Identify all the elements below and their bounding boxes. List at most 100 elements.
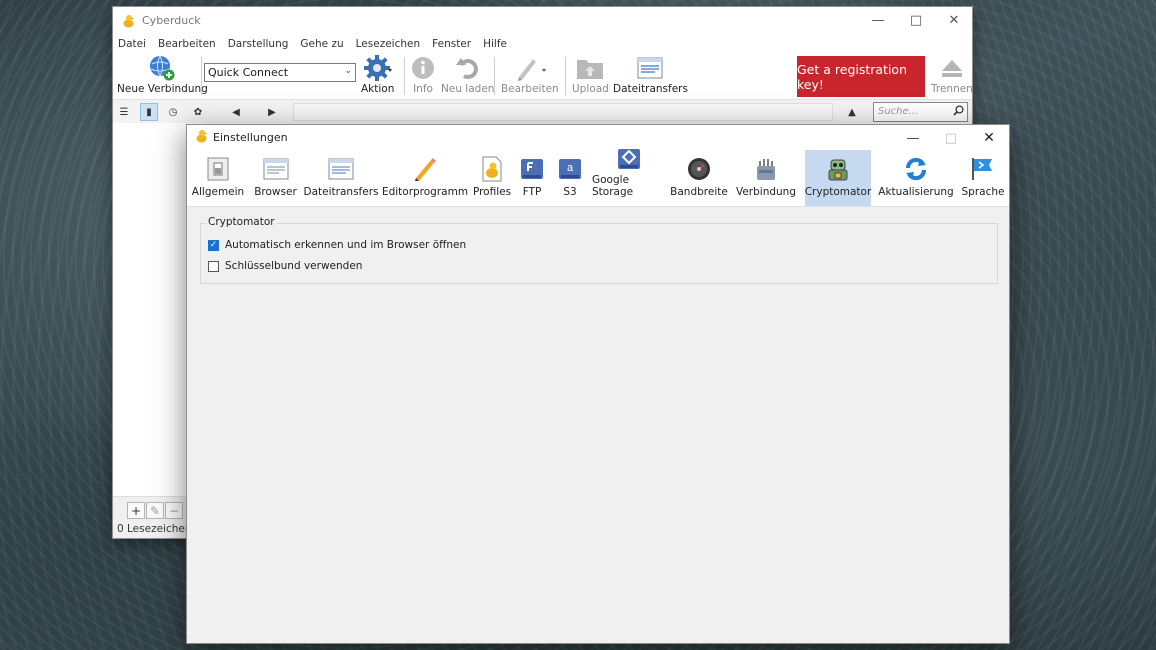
tab-label: Cryptomator <box>804 186 872 198</box>
tab-label: Allgemein <box>191 186 245 198</box>
globe-plus-icon <box>148 53 176 83</box>
minimize-button[interactable]: — <box>859 7 897 33</box>
keychain-label: Schlüsselbund verwenden <box>225 260 363 272</box>
tab-label: Google Storage <box>592 174 634 198</box>
tab-profiles[interactable]: Profiles <box>473 150 511 206</box>
tab-verbindung[interactable]: Verbindung <box>736 150 796 206</box>
cryptomator-robot-icon <box>825 155 851 183</box>
tab-label: Dateitransfers <box>303 186 379 198</box>
bookmarks-view-icon[interactable]: ▮ <box>140 103 158 121</box>
info-label: Info <box>413 83 433 95</box>
ftp-disk-icon <box>520 155 544 183</box>
info-icon <box>411 53 435 83</box>
auto-detect-checkbox[interactable]: ✓ <box>208 239 219 251</box>
back-arrow-icon[interactable]: ◀ <box>227 103 245 121</box>
chevron-down-icon: ⌄ <box>344 66 352 76</box>
search-input[interactable]: Suche... <box>873 102 968 122</box>
tab-dateitransfers[interactable]: Dateitransfers <box>304 150 378 206</box>
tab-editorprogramm[interactable]: Editorprogramm <box>381 150 469 206</box>
tab-browser[interactable]: Browser <box>253 150 298 206</box>
bonjour-icon[interactable]: ✿ <box>189 103 207 121</box>
auto-detect-checkbox-row[interactable]: ✓ Automatisch erkennen und im Browser öf… <box>208 239 466 251</box>
path-select[interactable] <box>293 103 833 121</box>
quick-connect-select[interactable]: Quick Connect ⌄ <box>204 63 356 82</box>
tab-sprache[interactable]: Sprache <box>961 150 1005 206</box>
transfers-window-icon <box>328 155 354 183</box>
registration-key-button[interactable]: Get a registration key! <box>797 56 925 97</box>
remove-bookmark-button[interactable]: − <box>165 502 183 519</box>
action-button[interactable]: Aktion <box>361 53 394 95</box>
menu-datei[interactable]: Datei <box>118 38 146 50</box>
cryptomator-group-title: Cryptomator <box>206 216 277 228</box>
browser-window-icon <box>263 155 289 183</box>
speedometer-icon <box>687 155 711 183</box>
new-connection-button[interactable]: Neue Verbindung <box>117 53 208 95</box>
transfers-window-icon <box>637 53 663 83</box>
navigation-bar: ☰ ▮ ◷ ✿ ◀ ▶ ▲ Suche... <box>113 99 972 123</box>
close-button[interactable]: ✕ <box>935 7 973 33</box>
tab-label: Verbindung <box>735 186 797 198</box>
gear-icon <box>363 53 393 83</box>
search-icon <box>953 105 964 119</box>
action-label: Aktion <box>361 83 395 95</box>
keychain-checkbox[interactable] <box>208 260 219 272</box>
minimize-button[interactable]: — <box>894 125 932 151</box>
forward-arrow-icon[interactable]: ▶ <box>263 103 281 121</box>
main-titlebar: Cyberduck — □ ✕ <box>113 7 972 34</box>
outline-view-icon[interactable]: ☰ <box>115 103 133 121</box>
eject-icon <box>940 53 964 83</box>
tab-aktualisierung[interactable]: Aktualisierung <box>878 150 954 206</box>
tab-allgemein[interactable]: Allgemein <box>192 150 244 206</box>
preferences-titlebar: Einstellungen — □ ✕ <box>187 125 1009 149</box>
toolbar-separator <box>201 57 202 95</box>
menu-lesezeichen[interactable]: Lesezeichen <box>356 38 421 50</box>
tab-google-storage[interactable]: Google Storage <box>592 149 666 206</box>
new-connection-label: Neue Verbindung <box>117 83 208 95</box>
switch-icon <box>207 155 229 183</box>
maximize-button[interactable]: □ <box>897 7 935 33</box>
bookmark-count: 0 Lesezeichen <box>117 523 192 535</box>
history-icon[interactable]: ◷ <box>164 103 182 121</box>
preferences-title: Einstellungen <box>213 130 288 144</box>
menu-darstellung[interactable]: Darstellung <box>228 38 289 50</box>
flag-icon <box>970 155 996 183</box>
toolbar-separator <box>404 57 405 95</box>
s3-disk-icon: a <box>558 155 582 183</box>
transfers-button[interactable]: Dateitransfers <box>613 53 688 95</box>
quick-connect-value: Quick Connect <box>208 66 289 79</box>
preferences-window: Einstellungen — □ ✕ Allgemein Browser Da… <box>186 124 1010 644</box>
edit-label: Bearbeiten <box>501 83 559 95</box>
tab-s3[interactable]: a S3 <box>559 150 581 206</box>
menu-hilfe[interactable]: Hilfe <box>483 38 507 50</box>
tab-label: Browser <box>254 186 297 198</box>
upload-label: Upload <box>572 83 609 95</box>
menu-fenster[interactable]: Fenster <box>432 38 471 50</box>
menu-gehe-zu[interactable]: Gehe zu <box>300 38 343 50</box>
tab-cryptomator[interactable]: Cryptomator <box>805 150 871 206</box>
info-button[interactable]: Info <box>411 53 435 95</box>
pencil-icon <box>513 53 547 83</box>
refresh-label: Neu laden <box>441 83 495 95</box>
menu-bearbeiten[interactable]: Bearbeiten <box>158 38 216 50</box>
disconnect-button[interactable]: Trennen <box>931 53 973 95</box>
main-window-title: Cyberduck <box>142 14 201 27</box>
tab-label: Aktualisierung <box>878 186 954 198</box>
toolbar-separator <box>565 57 566 95</box>
tab-label: FTP <box>522 186 542 198</box>
tab-bandbreite[interactable]: Bandbreite <box>670 150 728 206</box>
svg-text:a: a <box>567 162 574 174</box>
close-button[interactable]: ✕ <box>970 125 1008 151</box>
tab-ftp[interactable]: FTP <box>519 150 545 206</box>
search-placeholder: Suche... <box>878 106 919 117</box>
edit-bookmark-button[interactable]: ✎ <box>146 502 164 519</box>
tab-label: Editorprogramm <box>381 186 469 198</box>
parent-directory-icon[interactable]: ▲ <box>843 103 861 121</box>
upload-button[interactable]: Upload <box>572 53 609 95</box>
keychain-checkbox-row[interactable]: Schlüsselbund verwenden <box>208 260 362 272</box>
edit-button[interactable]: Bearbeiten <box>501 53 559 95</box>
profile-document-icon <box>481 155 503 183</box>
tab-label: Sprache <box>961 186 1005 198</box>
add-bookmark-button[interactable]: + <box>127 502 145 519</box>
tab-label: Profiles <box>472 186 512 198</box>
refresh-button[interactable]: Neu laden <box>441 53 494 95</box>
